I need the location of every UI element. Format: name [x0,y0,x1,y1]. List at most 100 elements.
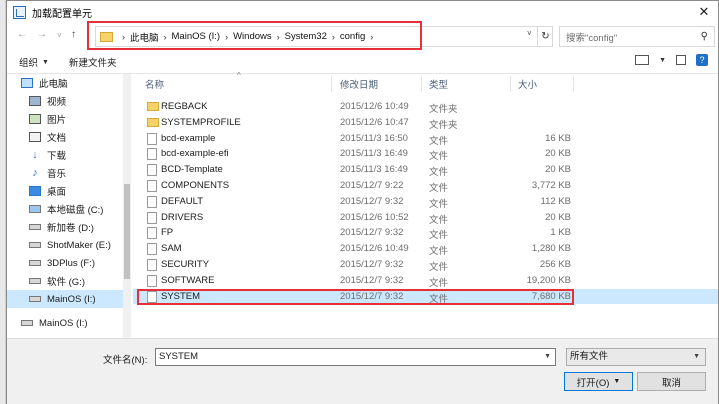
forward-arrow-icon[interactable]: → [37,29,47,40]
table-row[interactable]: DRIVERS 2015/12/6 10:52 文件 20 KB [133,210,718,226]
table-row[interactable]: DEFAULT 2015/12/7 9:32 文件 112 KB [133,194,718,210]
open-button[interactable]: 打开(O) ▼ [564,372,633,391]
refresh-icon[interactable]: ↻ [537,26,553,47]
cancel-button[interactable]: 取消 [637,372,706,391]
recent-locations-icon[interactable]: ˅ [57,31,62,40]
chevron-down-icon[interactable]: ▼ [613,378,620,385]
table-row[interactable]: REGBACK 2015/12/6 10:49 文件夹 [133,99,718,115]
column-divider[interactable] [510,76,511,92]
file-name: DRIVERS [161,211,204,223]
column-header-name[interactable]: 名称 [145,77,164,91]
up-arrow-icon[interactable]: ↑ [71,29,76,40]
sidebar-scrollbar-thumb[interactable] [124,184,130,279]
column-divider[interactable] [331,76,332,92]
sort-ascending-icon: ^ [237,71,241,80]
address-bar[interactable]: › 此电脑 › MainOS (I:) › Windows › System32… [95,26,553,47]
close-button[interactable]: ✕ [690,1,718,23]
file-icon [147,132,157,145]
column-divider[interactable] [421,76,422,92]
organize-menu[interactable]: 组织 ▼ [19,55,49,69]
bottom-panel: 文件名(N): SYSTEM ▼ 所有文件 ▼ 打开(O) ▼ 取消 [7,338,718,404]
sidebar-item-drive-c[interactable]: 本地磁盘 (C:) [7,200,123,218]
folder-icon [100,31,113,42]
sidebar-item-drive-i[interactable]: MainOS (I:) [7,290,123,308]
breadcrumb-separator[interactable]: › [370,32,373,42]
sidebar-item-drive-g[interactable]: 软件 (G:) [7,272,123,290]
file-size: 16 KB [545,132,571,144]
folder-icon [147,117,159,127]
drive-icon [29,242,41,248]
sidebar-item-music[interactable]: ♪ 音乐 [7,164,123,182]
sidebar-item-drive-d[interactable]: 新加卷 (D:) [7,218,123,236]
column-header-size[interactable]: 大小 [518,77,537,91]
chevron-down-icon[interactable]: ▼ [544,349,551,365]
table-row-selected[interactable]: SYSTEM 2015/12/7 9:32 文件 7,680 KB [133,288,718,305]
breadcrumb-mainos[interactable]: MainOS (I:) [172,31,221,42]
chevron-down-icon: ▼ [42,58,49,66]
sidebar-scrollbar[interactable] [123,74,131,338]
table-row[interactable]: SOFTWARE 2015/12/7 9:32 文件 19,200 KB [133,273,718,289]
table-row[interactable]: SECURITY 2015/12/7 9:32 文件 256 KB [133,257,718,273]
breadcrumb-separator[interactable]: › [164,32,167,42]
breadcrumb-windows[interactable]: Windows [233,31,272,42]
breadcrumb-separator[interactable]: › [225,32,228,42]
breadcrumb-separator[interactable]: › [277,32,280,42]
file-name: BCD-Template [161,164,223,176]
search-icon[interactable]: ⚲ [701,31,708,42]
table-row[interactable]: COMPONENTS 2015/12/7 9:22 文件 3,772 KB [133,178,718,194]
file-icon [147,290,157,303]
file-date: 2015/12/6 10:47 [340,116,409,128]
sidebar-item-label: 桌面 [47,187,67,198]
sidebar-item-documents[interactable]: 文档 [7,128,123,146]
new-folder-button[interactable]: 新建文件夹 [69,55,117,69]
sidebar-item-downloads[interactable]: ↓ 下载 [7,146,123,164]
table-row[interactable]: BCD-Template 2015/11/3 16:49 文件 20 KB [133,162,718,178]
sidebar-item-this-pc[interactable]: 此电脑 [7,74,123,92]
breadcrumb-separator[interactable]: › [332,32,335,42]
column-divider[interactable] [573,76,574,92]
sidebar-item-desktop[interactable]: 桌面 [7,182,123,200]
table-row[interactable]: FP 2015/12/7 9:32 文件 1 KB [133,225,718,241]
search-placeholder: 搜索"config" [566,32,618,44]
help-icon[interactable]: ? [696,54,708,66]
navigation-pane: 此电脑 视频 图片 文档 ↓ 下载 ♪ 音乐 桌面 本地磁盘 (C:) 新加卷 … [7,74,123,338]
breadcrumb-config[interactable]: config [340,31,365,42]
toolbar: 组织 ▼ 新建文件夹 ▼ ? [7,53,718,71]
computer-icon [21,78,33,88]
file-size: 20 KB [545,148,571,160]
file-type-select[interactable]: 所有文件 ▼ [566,348,706,366]
file-type: 文件 [429,246,449,258]
drive-icon [29,224,41,230]
filename-input[interactable]: SYSTEM ▼ [155,348,556,366]
drive-icon [29,260,41,266]
sidebar-item-videos[interactable]: 视频 [7,92,123,110]
table-row[interactable]: bcd-example-efi 2015/11/3 16:49 文件 20 KB [133,146,718,162]
sidebar-item-mainos[interactable]: MainOS (I:) [7,314,123,332]
drive-icon [29,205,41,213]
preview-pane-icon[interactable] [676,55,686,65]
table-row[interactable]: bcd-example 2015/11/3 16:50 文件 16 KB [133,131,718,147]
breadcrumb-this-pc[interactable]: 此电脑 [130,30,159,44]
search-input[interactable]: 搜索"config" ⚲ [559,26,715,47]
file-icon [147,148,157,161]
table-row[interactable]: SYSTEMPROFILE 2015/12/6 10:47 文件夹 [133,115,718,131]
organize-label: 组织 [19,58,39,69]
file-name: bcd-example [161,132,216,144]
view-options-icon[interactable] [635,55,650,65]
view-dropdown-icon[interactable]: ▼ [659,57,666,64]
sidebar-item-drive-e[interactable]: ShotMaker (E:) [7,236,123,254]
column-header-type[interactable]: 类型 [429,77,448,91]
breadcrumb-system32[interactable]: System32 [285,31,327,42]
dialog-app-icon [13,5,26,19]
address-dropdown-icon[interactable]: ˅ [527,29,532,38]
sidebar-item-label: 下载 [47,151,67,162]
file-name: SYSTEMPROFILE [161,116,241,128]
sidebar-item-pictures[interactable]: 图片 [7,110,123,128]
column-header-date[interactable]: 修改日期 [340,77,378,91]
back-arrow-icon[interactable]: ← [17,29,27,40]
pictures-icon [29,114,41,124]
sidebar-item-label: 音乐 [47,169,67,180]
table-row[interactable]: SAM 2015/12/6 10:49 文件 1,280 KB [133,241,718,257]
sidebar-item-drive-f[interactable]: 3DPlus (F:) [7,254,123,272]
open-dialog: 加载配置单元 ✕ ← → ˅ ↑ › 此电脑 › MainOS (I:) › W… [6,0,719,404]
